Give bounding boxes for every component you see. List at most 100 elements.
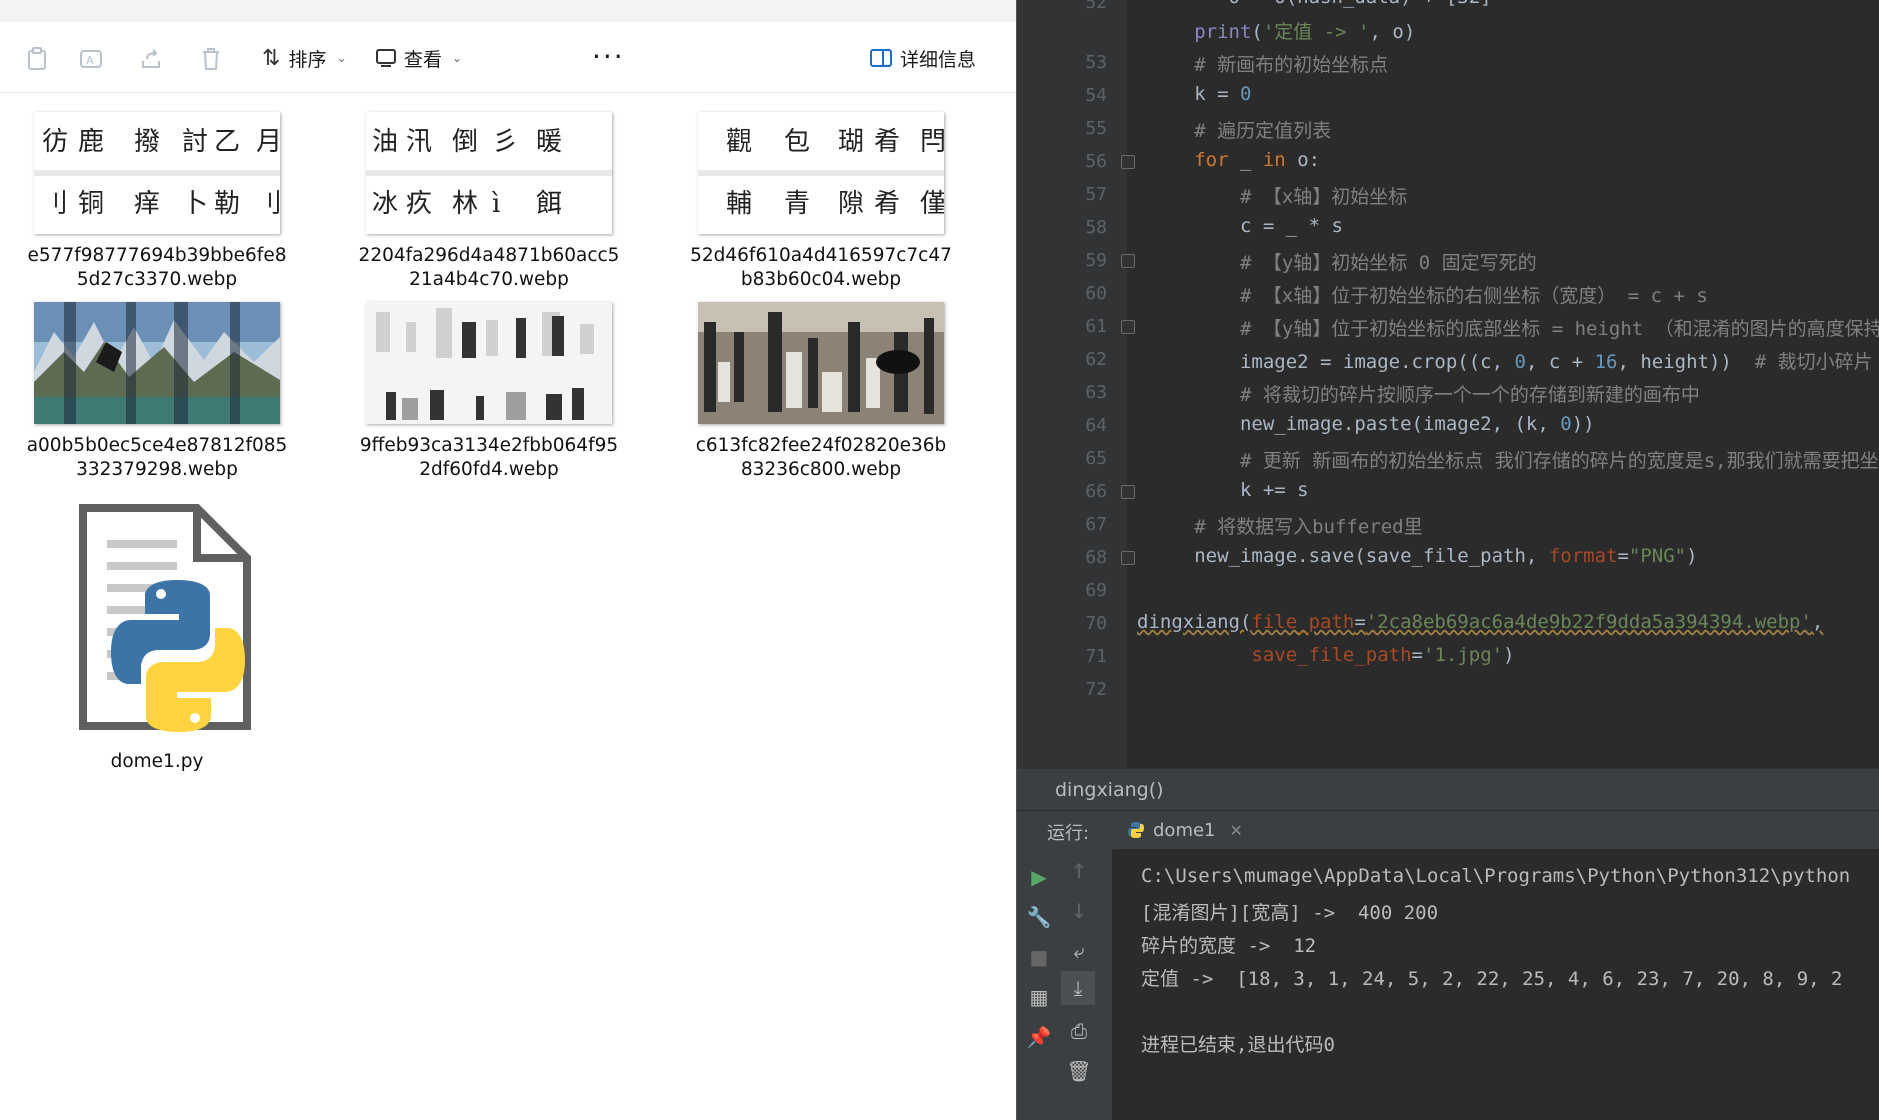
explorer-top-strip [0,0,1016,23]
chevron-down-icon: ⌄ [336,51,347,65]
file-name: 2204fa296d4a4871b60acc521a4b4c70.webp [358,245,620,290]
svg-text:刂: 刂 [42,189,68,219]
more-options-button[interactable]: ··· [592,42,625,72]
code-line: # 将裁切的碎片按顺序一个一个的存储到新建的画布中 [1239,384,1700,406]
line-number: 65 [1085,448,1107,469]
editor-breadcrumb[interactable]: dingxiang() [1017,768,1879,811]
file-item[interactable]: a00b5b0ec5ce4e87812f085332379298.webp [22,302,292,482]
line-number: 57 [1085,184,1107,205]
image-thumbnail [366,302,612,424]
rename-icon[interactable]: A [76,44,106,74]
file-explorer: A ⇅ 排序 ⌄ 查看 ⌄ ··· 详细信息 彷鹿撥 討 乙 月 刂 铜 痒 卜… [0,0,1016,1120]
code-editor[interactable]: o = o(hash_data) + [32] print('定值 -> ', … [1137,0,1879,768]
svg-text:隙: 隙 [838,189,864,219]
pin-icon[interactable]: 📌 [1025,1023,1053,1051]
code-line: # 【x轴】位于初始坐标的右侧坐标（宽度） = c + s [1239,285,1708,307]
file-name: 52d46f610a4d416597c7c47b83b60c04.webp [690,245,952,290]
line-number: 60 [1085,283,1107,304]
file-name: dome1.py [110,751,204,772]
sort-button[interactable]: ⇅ 排序 ⌄ [262,40,347,76]
file-item[interactable]: 9ffeb93ca3134e2fbb064f952df60fd4.webp [354,302,624,482]
svg-text:铜: 铜 [78,189,104,219]
stop-icon[interactable]: ■ [1025,943,1053,971]
details-label: 详细信息 [900,48,977,71]
soft-wrap-icon[interactable]: ⤶ [1065,937,1093,965]
file-item[interactable]: c613fc82fee24f02820e36b83236c800.webp [686,302,956,482]
svg-text:汛: 汛 [406,127,432,157]
run-tab-dome1[interactable]: dome1 ✕ [1117,811,1253,852]
line-number: 72 [1085,679,1107,700]
fold-marker[interactable] [1121,155,1135,169]
share-icon[interactable] [136,44,166,74]
run-console[interactable]: C:\Users\mumage\AppData\Local\Programs\P… [1117,849,1879,1120]
svg-text:瑚: 瑚 [838,127,864,157]
console-line: 碎片的宽度 -> 12 [1141,935,1317,957]
svg-text:油: 油 [372,127,398,157]
line-number: 69 [1085,580,1107,601]
svg-text:ì: ì [491,189,500,219]
view-button[interactable]: 查看 ⌄ [376,40,462,76]
code-line: for _ in o: [1194,149,1321,171]
code-line: # 【y轴】位于初始坐标的底部坐标 = height （和混淆的图片的高度保持 [1239,318,1879,340]
line-number: 62 [1085,349,1107,370]
view-label: 查看 [404,48,443,71]
console-line: 定值 -> [18, 3, 1, 24, 5, 2, 22, 25, 4, 6,… [1141,968,1843,990]
explorer-toolbar: A ⇅ 排序 ⌄ 查看 ⌄ ··· 详细信息 [0,22,1016,93]
line-number: 68 [1085,547,1107,568]
svg-text:輔: 輔 [726,189,752,219]
wrench-icon[interactable]: 🔧 [1025,903,1053,931]
fold-marker[interactable] [1121,551,1135,565]
layout-icon[interactable]: ▦ [1025,983,1053,1011]
svg-text:彡: 彡 [492,127,518,157]
fold-marker[interactable] [1121,254,1135,268]
console-line: [混淆图片][宽高] -> 400 200 [1141,902,1439,924]
svg-text:刂: 刂 [256,189,280,219]
chevron-down-icon: ⌄ [452,51,463,65]
svg-text:A: A [86,54,94,67]
arrow-down-icon[interactable]: ↓ [1065,897,1093,925]
line-number: 63 [1085,382,1107,403]
code-line: k = 0 [1137,83,1252,105]
fold-marker[interactable] [1121,485,1135,499]
svg-text:僅: 僅 [920,189,944,219]
print-icon[interactable]: ⎙ [1065,1017,1093,1045]
line-number-gutter: 52 53 54 55 56 57 58 59 60 61 62 63 64 6… [1017,0,1135,768]
svg-text:青: 青 [784,189,810,219]
code-line: o = o(hash_data) + [32] [1137,0,1492,8]
file-item[interactable]: 彷鹿撥討乙月 刂铜痒卜勒刂 e577f98777694b39bbe6fe85d2… [22,112,292,292]
file-name: c613fc82fee24f02820e36b83236c800.webp [695,435,947,480]
file-item[interactable]: 觀包瑚肴閂 輔青隙肴僅 52d46f610a4d416597c7c47b83b6… [686,112,956,292]
svg-text:林: 林 [452,189,478,219]
svg-text:卜: 卜 [182,189,208,219]
file-item[interactable]: dome1.py [22,500,292,774]
arrow-up-icon[interactable]: ↑ [1065,857,1093,885]
image-thumbnail: 觀包瑚肴閂 輔青隙肴僅 [698,112,944,234]
sort-icon: ⇅ [262,45,281,71]
code-line: print('定值 -> ', o) [1194,21,1416,43]
svg-text:肴: 肴 [874,189,900,219]
svg-text:彷: 彷 [42,127,68,157]
svg-text:鹿: 鹿 [78,127,104,157]
svg-text:冰: 冰 [372,189,398,219]
image-thumbnail [34,302,280,424]
line-number: 56 [1085,151,1107,172]
delete-icon[interactable] [196,44,226,74]
run-tab-label: dome1 [1153,819,1216,841]
fold-marker[interactable] [1121,320,1135,334]
file-item[interactable]: 油汛倒彡暖 冰疚林ì 餌 2204fa296d4a4871b60acc521a4b… [354,112,624,292]
line-number: 52 [1085,0,1107,13]
code-line: new_image.save(save_file_path, format="P… [1137,545,1698,567]
close-icon[interactable]: ✕ [1230,821,1243,840]
details-button[interactable]: 详细信息 [870,40,976,76]
svg-text:倒: 倒 [452,127,478,157]
rerun-icon[interactable]: ▶ [1025,863,1053,891]
line-number: 54 [1085,85,1107,106]
scroll-to-end-icon[interactable]: ⤓ [1061,971,1095,1005]
code-line: # 将数据写入buffered里 [1194,516,1423,538]
trash-icon[interactable]: 🗑 [1065,1057,1093,1085]
svg-text:乙: 乙 [214,127,240,157]
code-line: # 更新 新画布的初始坐标点 我们存储的碎片的宽度是s,那我们就需要把坐 [1239,450,1879,472]
paste-icon[interactable] [22,44,52,74]
svg-text:包: 包 [784,127,810,157]
code-line: # 遍历定值列表 [1194,120,1332,142]
